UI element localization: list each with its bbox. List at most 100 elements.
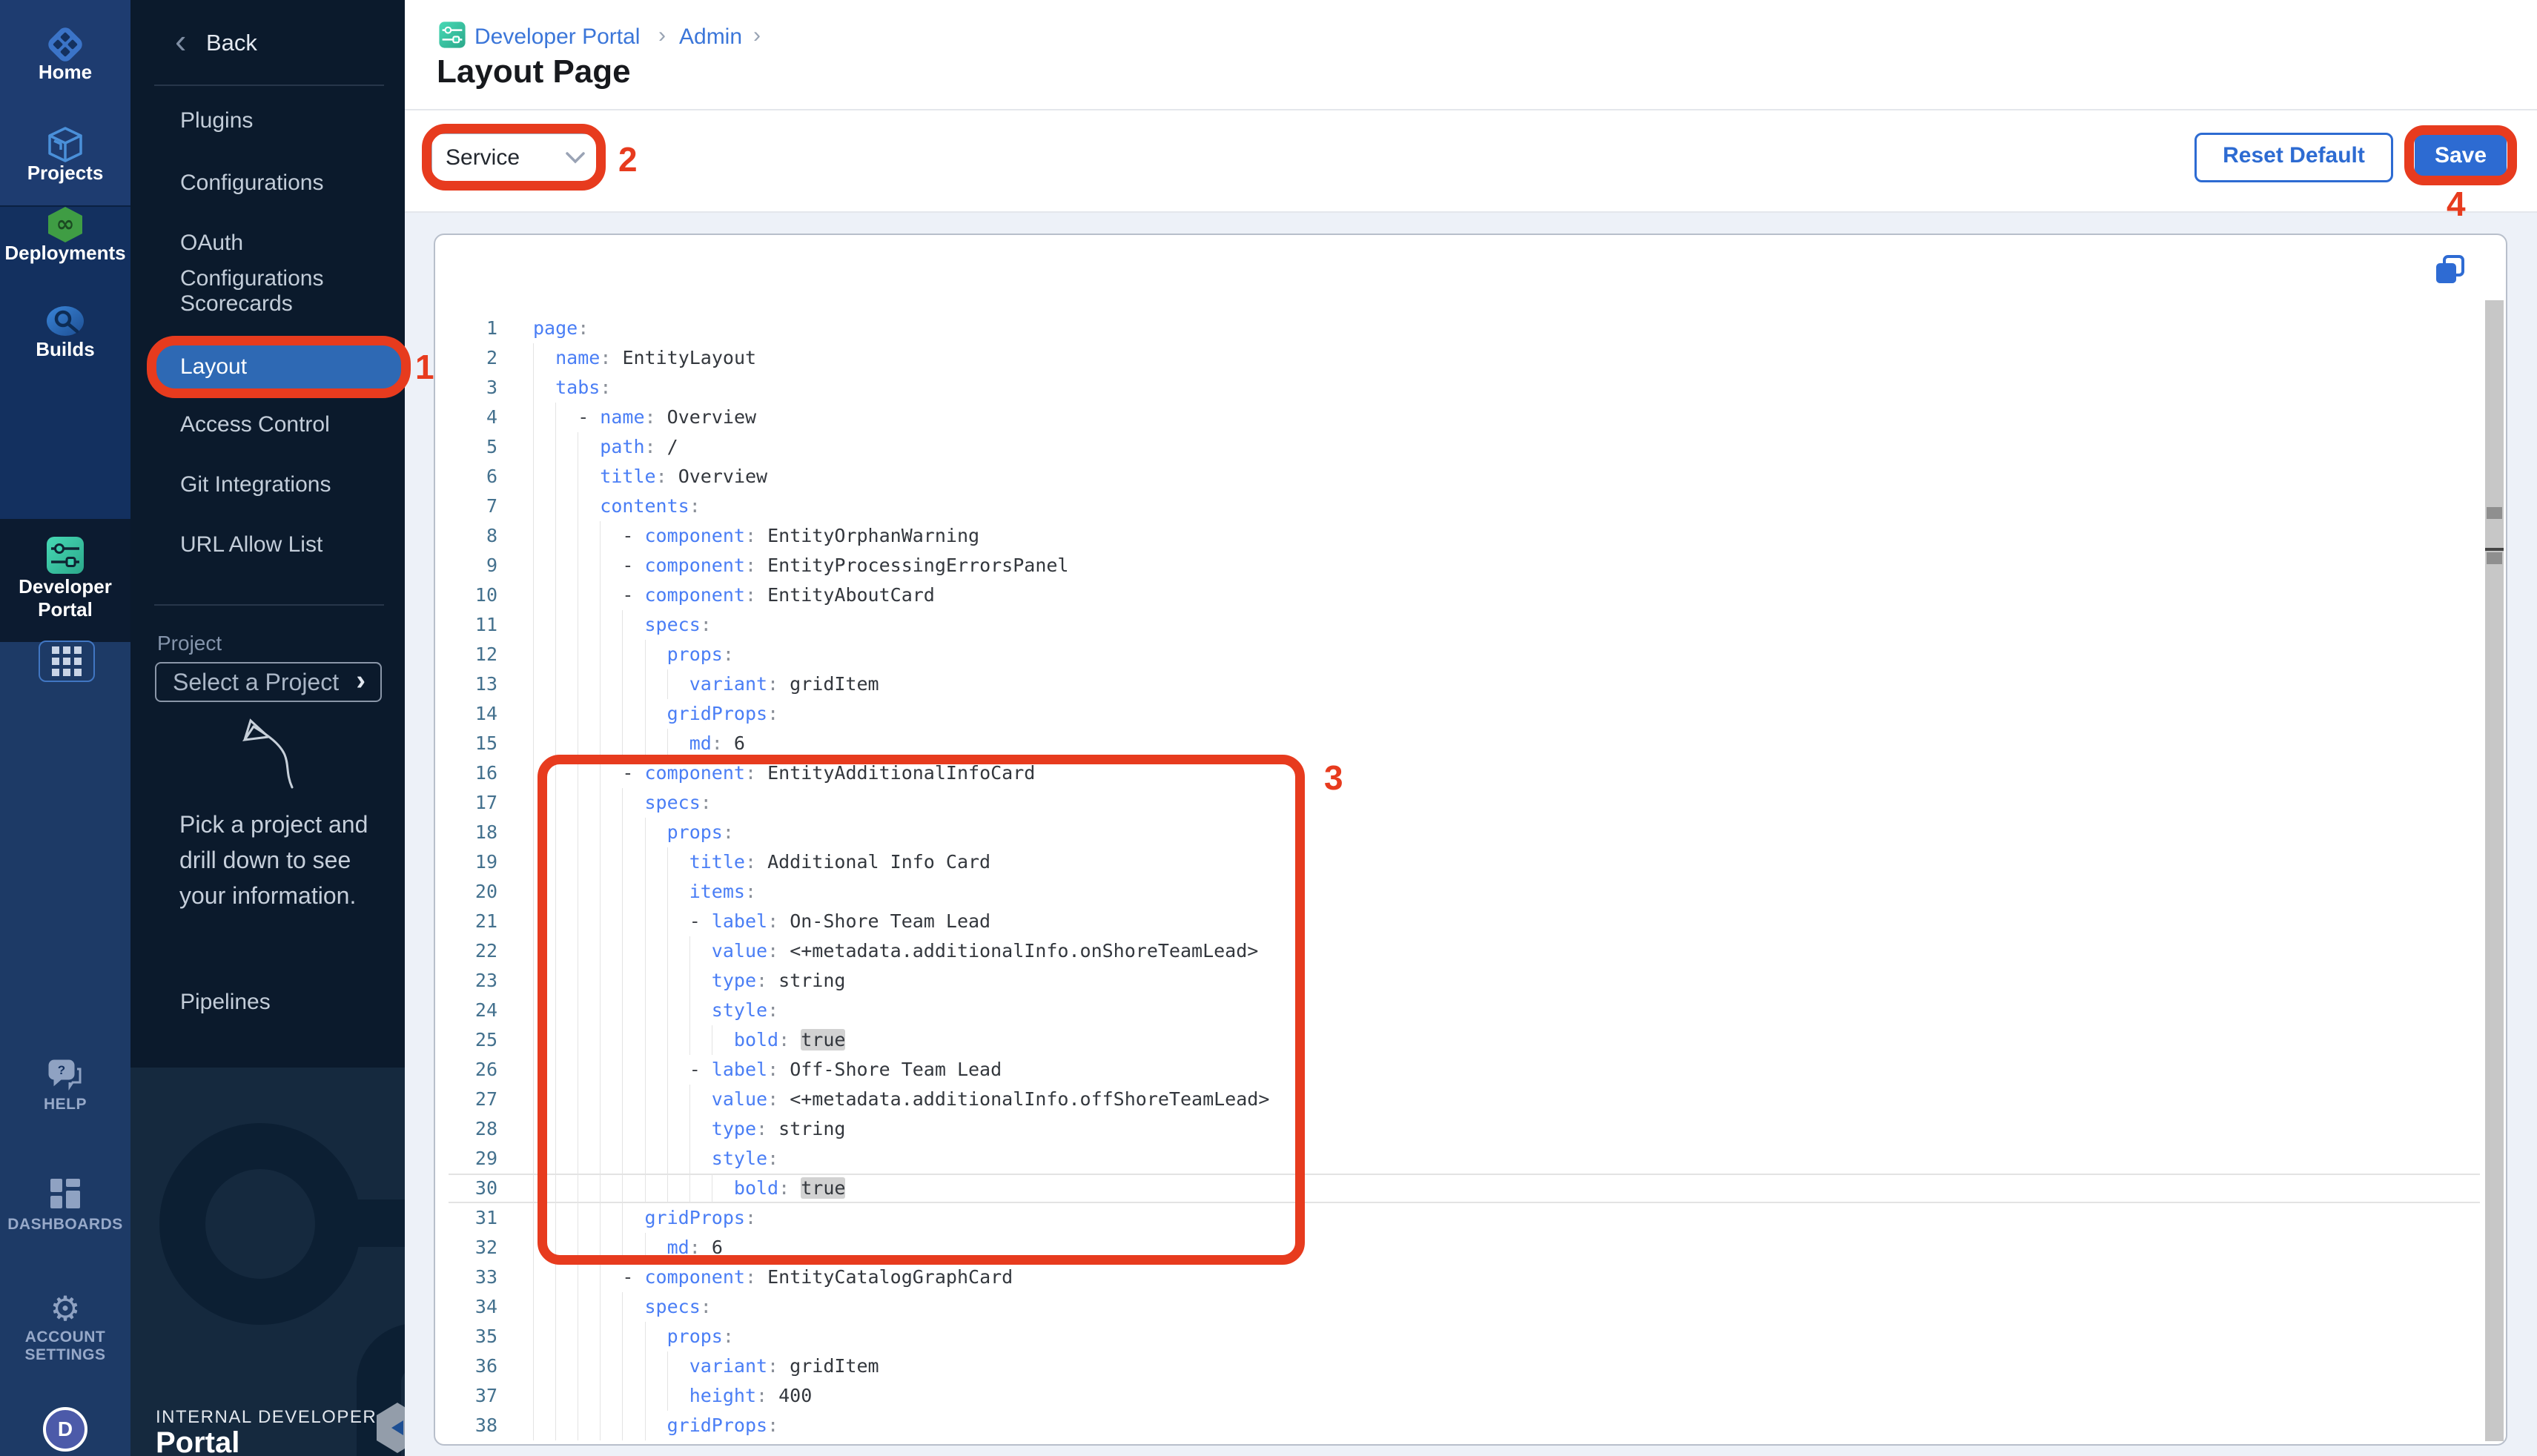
collapse-sidebar-button[interactable] xyxy=(374,1401,405,1456)
rail-item-dashboards[interactable]: DASHBOARDS xyxy=(0,1216,130,1234)
code-line[interactable]: 15 md: 6 xyxy=(435,729,2496,758)
indent-guide xyxy=(533,1233,534,1263)
divider xyxy=(405,109,2537,110)
indent-guide xyxy=(667,729,668,758)
scrollbar-mark xyxy=(2487,507,2502,519)
code-line[interactable]: 36variant: gridItem xyxy=(435,1351,2496,1381)
rail-item-projects[interactable]: Projects xyxy=(0,162,130,185)
breadcrumb-admin[interactable]: Admin xyxy=(679,24,742,50)
rail-item-help[interactable]: HELP xyxy=(0,1096,130,1113)
rail-item-account-settings[interactable]: ACCOUNT SETTINGS xyxy=(17,1328,113,1364)
sidebar-item-url-allow-list[interactable]: URL Allow List xyxy=(180,527,388,563)
indent-guide xyxy=(555,432,556,462)
indent-guide xyxy=(533,669,534,699)
code-line[interactable]: 9- component: EntityProcessingErrorsPane… xyxy=(435,551,2496,580)
line-number: 3 xyxy=(450,373,497,403)
line-number: 31 xyxy=(450,1203,497,1233)
breadcrumb-separator: › xyxy=(753,23,761,48)
code-line[interactable]: 12props: xyxy=(435,640,2496,669)
developer-portal-icon[interactable] xyxy=(45,535,85,579)
code-line[interactable]: 11specs: xyxy=(435,610,2496,640)
indent-guide xyxy=(555,610,556,640)
reset-default-button[interactable]: Reset Default xyxy=(2194,133,2393,182)
project-selector[interactable]: Select a Project › xyxy=(155,662,382,702)
indent-guide xyxy=(622,1351,623,1381)
back-button[interactable]: Back xyxy=(206,30,257,56)
sidebar-item-oauth-configurations[interactable]: OAuth Configurations xyxy=(180,225,388,261)
code-line[interactable]: 35props: xyxy=(435,1322,2496,1351)
sidebar-item-pipelines[interactable]: Pipelines xyxy=(180,985,388,1020)
code-line[interactable]: 2name: EntityLayout xyxy=(435,343,2496,373)
code-line[interactable]: 38gridProps: xyxy=(435,1411,2496,1440)
indent-guide xyxy=(555,699,556,729)
indent-guide xyxy=(555,1381,556,1411)
indent-guide xyxy=(600,610,601,640)
code-line[interactable]: 33- component: EntityCatalogGraphCard xyxy=(435,1263,2496,1292)
code-line[interactable]: 14gridProps: xyxy=(435,699,2496,729)
indent-guide xyxy=(622,610,623,640)
code-line[interactable]: 1page: xyxy=(435,314,2496,343)
line-number: 22 xyxy=(450,936,497,966)
indent-guide xyxy=(533,373,534,403)
code-line[interactable]: 10- component: EntityAboutCard xyxy=(435,580,2496,610)
code-line[interactable]: 13variant: gridItem xyxy=(435,669,2496,699)
code-text: tabs: xyxy=(555,373,611,403)
line-number: 27 xyxy=(450,1085,497,1114)
indent-guide xyxy=(600,1292,601,1322)
code-line[interactable]: 34specs: xyxy=(435,1292,2496,1322)
line-number: 37 xyxy=(450,1381,497,1411)
dashboards-icon[interactable] xyxy=(49,1177,82,1214)
code-line[interactable]: 3 tabs: xyxy=(435,373,2496,403)
line-number: 11 xyxy=(450,610,497,640)
code-line[interactable]: 8- component: EntityOrphanWarning xyxy=(435,521,2496,551)
sketch-arrow-icon xyxy=(219,704,308,797)
line-number: 18 xyxy=(450,818,497,847)
code-text: name: EntityLayout xyxy=(555,343,756,373)
indent-guide xyxy=(533,640,534,669)
indent-guide xyxy=(533,1114,534,1144)
code-line[interactable]: 7contents: xyxy=(435,492,2496,521)
copy-icon[interactable] xyxy=(2433,254,2466,290)
gear-icon[interactable]: ⚙ xyxy=(50,1291,80,1326)
code-text: md: 6 xyxy=(689,729,745,758)
help-icon[interactable]: ? xyxy=(47,1059,83,1096)
indent-guide xyxy=(622,1381,623,1411)
line-number: 15 xyxy=(450,729,497,758)
project-selector-value: Select a Project xyxy=(173,664,339,701)
line-number: 5 xyxy=(450,432,497,462)
editor-scrollbar[interactable] xyxy=(2485,300,2504,1441)
sidebar-item-access-control[interactable]: Access Control xyxy=(180,407,388,443)
project-section-label: Project xyxy=(157,632,222,655)
code-line[interactable]: 5path: / xyxy=(435,432,2496,462)
code-line[interactable]: 6title: Overview xyxy=(435,462,2496,492)
rail-item-developer-portal[interactable]: Developer Portal xyxy=(17,575,113,621)
code-text: gridProps: xyxy=(667,1411,779,1440)
sidebar-item-scorecards[interactable]: Scorecards xyxy=(180,286,388,322)
developer-portal-logo-icon xyxy=(438,21,466,53)
indent-guide xyxy=(533,1322,534,1351)
rail-item-home[interactable]: Home xyxy=(0,61,130,84)
line-number: 36 xyxy=(450,1351,497,1381)
code-line[interactable]: 4- name: Overview xyxy=(435,403,2496,432)
indent-guide xyxy=(600,1411,601,1440)
rail-item-builds[interactable]: Builds xyxy=(0,338,130,361)
annotation-step-1: 1 xyxy=(415,347,434,387)
user-avatar[interactable]: D xyxy=(43,1407,87,1452)
module-grid-button[interactable] xyxy=(39,641,95,682)
code-text: specs: xyxy=(645,1292,712,1322)
indent-guide xyxy=(533,1174,534,1203)
code-line[interactable]: 37 height: 400 xyxy=(435,1381,2496,1411)
indent-guide xyxy=(533,1144,534,1174)
line-number: 24 xyxy=(450,996,497,1025)
indent-guide xyxy=(622,640,623,669)
indent-guide xyxy=(533,907,534,936)
code-text: title: Overview xyxy=(600,462,767,492)
sidebar-item-git-integrations[interactable]: Git Integrations xyxy=(180,467,388,503)
sidebar-item-plugins[interactable]: Plugins xyxy=(180,103,388,139)
sidebar-item-configurations[interactable]: Configurations xyxy=(180,165,388,201)
rail-item-deployments[interactable]: Deployments xyxy=(0,242,130,265)
line-number: 13 xyxy=(450,669,497,699)
line-number: 1 xyxy=(450,314,497,343)
code-text: height: 400 xyxy=(689,1381,813,1411)
breadcrumb-developer-portal[interactable]: Developer Portal xyxy=(474,24,640,50)
